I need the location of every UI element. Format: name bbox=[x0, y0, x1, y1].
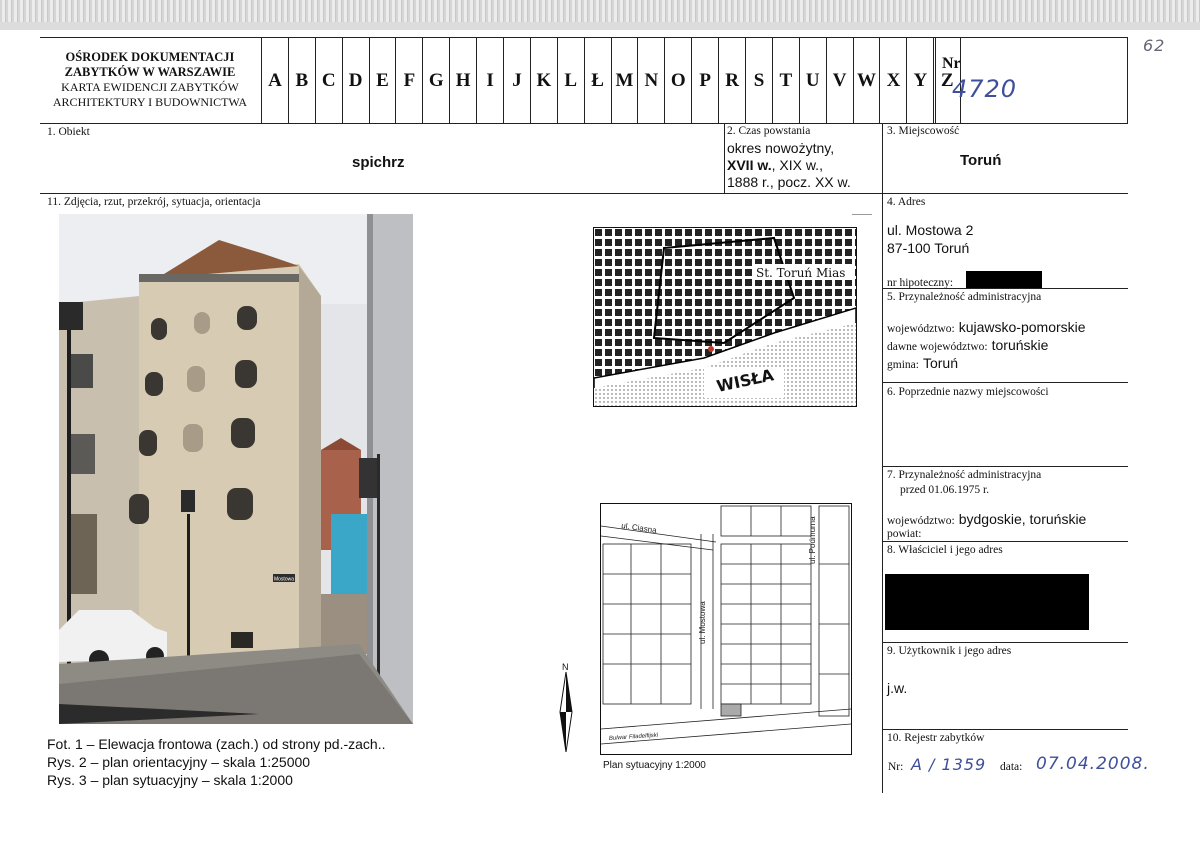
site-plan-map: ul. Ciasna ul. Mostowa ul. Podmurna Bulw… bbox=[600, 503, 852, 755]
gmina-value: Toruń bbox=[922, 355, 958, 371]
woj1975-row: województwo: bydgoskie, toruńskie bbox=[887, 511, 1086, 529]
dawne-value: toruńskie bbox=[991, 337, 1049, 353]
index-letter-2: B bbox=[289, 38, 316, 124]
street-mostowa: ul. Mostowa bbox=[698, 601, 707, 644]
caption-rys3: Rys. 3 – plan sytuacyjny – skala 1:2000 bbox=[47, 772, 293, 788]
index-letter-4: D bbox=[343, 38, 370, 124]
powiat-label: powiat: bbox=[887, 528, 922, 540]
czas-bold-century: XVII w. bbox=[727, 157, 772, 173]
north-arrow-icon bbox=[559, 672, 573, 752]
index-letter-17: P bbox=[692, 38, 720, 124]
orientation-map: WISŁA St. Toruń Mias bbox=[593, 227, 857, 407]
przyn1975-label-2: przed 01.06.1975 r. bbox=[900, 484, 990, 496]
index-letter-15: N bbox=[638, 38, 666, 124]
wlasciciel-redaction bbox=[885, 574, 1089, 630]
index-letter-7: G bbox=[423, 38, 451, 124]
caption-rys2: Rys. 2 – plan orientacyjny – skala 1:250… bbox=[47, 754, 311, 770]
wojewodztwo-label: województwo: bbox=[887, 323, 955, 335]
org-line-2: ZABYTKÓW W WARSZAWIE bbox=[64, 65, 236, 79]
adres-line-2: 87-100 Toruń bbox=[887, 240, 970, 256]
miejscowosc-label: 3. Miejscowość bbox=[887, 125, 960, 137]
obiekt-label: 1. Obiekt bbox=[47, 126, 90, 138]
index-letter-6: F bbox=[396, 38, 424, 124]
czas-line-3: 1888 r., pocz. XX w. bbox=[727, 174, 851, 190]
index-letter-5: E bbox=[370, 38, 397, 124]
site-plan-caption: Plan sytuacyjny 1:2000 bbox=[603, 760, 706, 771]
dawne-row: dawne województwo: toruńskie bbox=[887, 337, 1048, 355]
index-letter-13: Ł bbox=[585, 38, 612, 124]
index-letter-10: J bbox=[504, 38, 531, 124]
wojewodztwo-value: kujawsko-pomorskie bbox=[958, 319, 1086, 335]
rejestr-nr-value: A / 1359 bbox=[911, 755, 987, 774]
miejscowosc-value: Toruń bbox=[960, 152, 1002, 169]
rejestr-data-value: 07.04.2008. bbox=[1036, 754, 1150, 774]
scan-edge-shadow bbox=[0, 22, 1200, 30]
orientation-map-drawing: WISŁA St. Toruń Mias bbox=[594, 228, 856, 406]
north-label: N bbox=[562, 662, 569, 672]
org-line-3: KARTA EWIDENCJI ZABYTKÓW bbox=[61, 80, 239, 94]
wojewodztwo-row: województwo: kujawsko-pomorskie bbox=[887, 319, 1086, 337]
zdjecia-label: 11. Zdjęcia, rzut, przekrój, sytuacja, o… bbox=[47, 196, 261, 208]
nr-label: Nr bbox=[942, 55, 961, 72]
czas-line-2-rest: , XIX w., bbox=[771, 157, 823, 173]
index-letter-8: H bbox=[450, 38, 478, 124]
organization-block: OŚRODEK DOKUMENTACJI ZABYTKÓW W WARSZAWI… bbox=[40, 50, 260, 110]
adres-line-1: ul. Mostowa 2 bbox=[887, 222, 974, 238]
adres-label: 4. Adres bbox=[887, 196, 926, 208]
czas-label: 2. Czas powstania bbox=[727, 125, 811, 137]
obiekt-value: spichrz bbox=[352, 154, 405, 171]
uzytkownik-value: j.w. bbox=[887, 680, 908, 696]
index-letter-23: W bbox=[854, 38, 881, 124]
org-line-1: OŚRODEK DOKUMENTACJI bbox=[65, 50, 235, 64]
rejestr-nr-label: Nr: bbox=[888, 761, 904, 773]
street-podmurna: ul. Podmurna bbox=[808, 516, 817, 564]
map-city-label: St. Toruń Mias bbox=[756, 266, 845, 280]
dawne-label: dawne województwo: bbox=[887, 341, 988, 353]
czas-line-2: XVII w., XIX w., bbox=[727, 157, 851, 174]
index-letter-22: V bbox=[827, 38, 854, 124]
uzytkownik-label: 9. Użytkownik i jego adres bbox=[887, 645, 1012, 657]
gmina-label: gmina: bbox=[887, 359, 919, 371]
rejestr-data-label: data: bbox=[1000, 761, 1023, 773]
index-letter-16: O bbox=[665, 38, 693, 124]
corner-note: 62 bbox=[1143, 36, 1166, 55]
nr-value: 4720 bbox=[952, 75, 1018, 103]
wlasciciel-label: 8. Właściciel i jego adres bbox=[887, 544, 1003, 556]
letter-index-row: ABCDEFGHIJKLŁMNOPRSTUVWXYZ bbox=[262, 38, 962, 124]
przynaleznosc-label: 5. Przynależność administracyjna bbox=[887, 291, 1042, 303]
site-plan-drawing: ul. Ciasna ul. Mostowa ul. Podmurna Bulw… bbox=[601, 504, 851, 754]
poprzednie-label: 6. Poprzednie nazwy miejscowości bbox=[887, 386, 1049, 398]
building-photo: Mostowa bbox=[59, 214, 413, 724]
gmina-row: gmina: Toruń bbox=[887, 355, 958, 373]
index-letter-12: L bbox=[558, 38, 585, 124]
czas-value: okres nowożytny, XVII w., XIX w., 1888 r… bbox=[727, 140, 851, 191]
index-letter-24: X bbox=[880, 38, 908, 124]
index-letter-9: I bbox=[477, 38, 505, 124]
index-letter-11: K bbox=[531, 38, 558, 124]
index-letter-19: S bbox=[746, 38, 773, 124]
woj1975-value: bydgoskie, toruńskie bbox=[958, 511, 1087, 527]
photo-street-sign: Mostowa bbox=[274, 577, 294, 583]
hipoteczny-redaction bbox=[966, 271, 1042, 288]
index-letter-3: C bbox=[316, 38, 343, 124]
index-letter-21: U bbox=[800, 38, 827, 124]
index-letter-1: A bbox=[262, 38, 289, 124]
index-letter-20: T bbox=[773, 38, 800, 124]
czas-line-1: okres nowożytny, bbox=[727, 140, 835, 156]
index-letter-25: Y bbox=[907, 38, 935, 124]
caption-fot1: Fot. 1 – Elewacja frontowa (zach.) od st… bbox=[47, 736, 386, 752]
index-letter-14: M bbox=[612, 38, 639, 124]
org-line-4: ARCHITEKTURY I BUDOWNICTWA bbox=[52, 95, 248, 109]
index-letter-18: R bbox=[719, 38, 747, 124]
przyn1975-label-1: 7. Przynależność administracyjna bbox=[887, 469, 1042, 481]
rejestr-label: 10. Rejestr zabytków bbox=[887, 732, 985, 744]
woj1975-label: województwo: bbox=[887, 515, 955, 527]
photo-illustration: Mostowa bbox=[59, 214, 413, 724]
